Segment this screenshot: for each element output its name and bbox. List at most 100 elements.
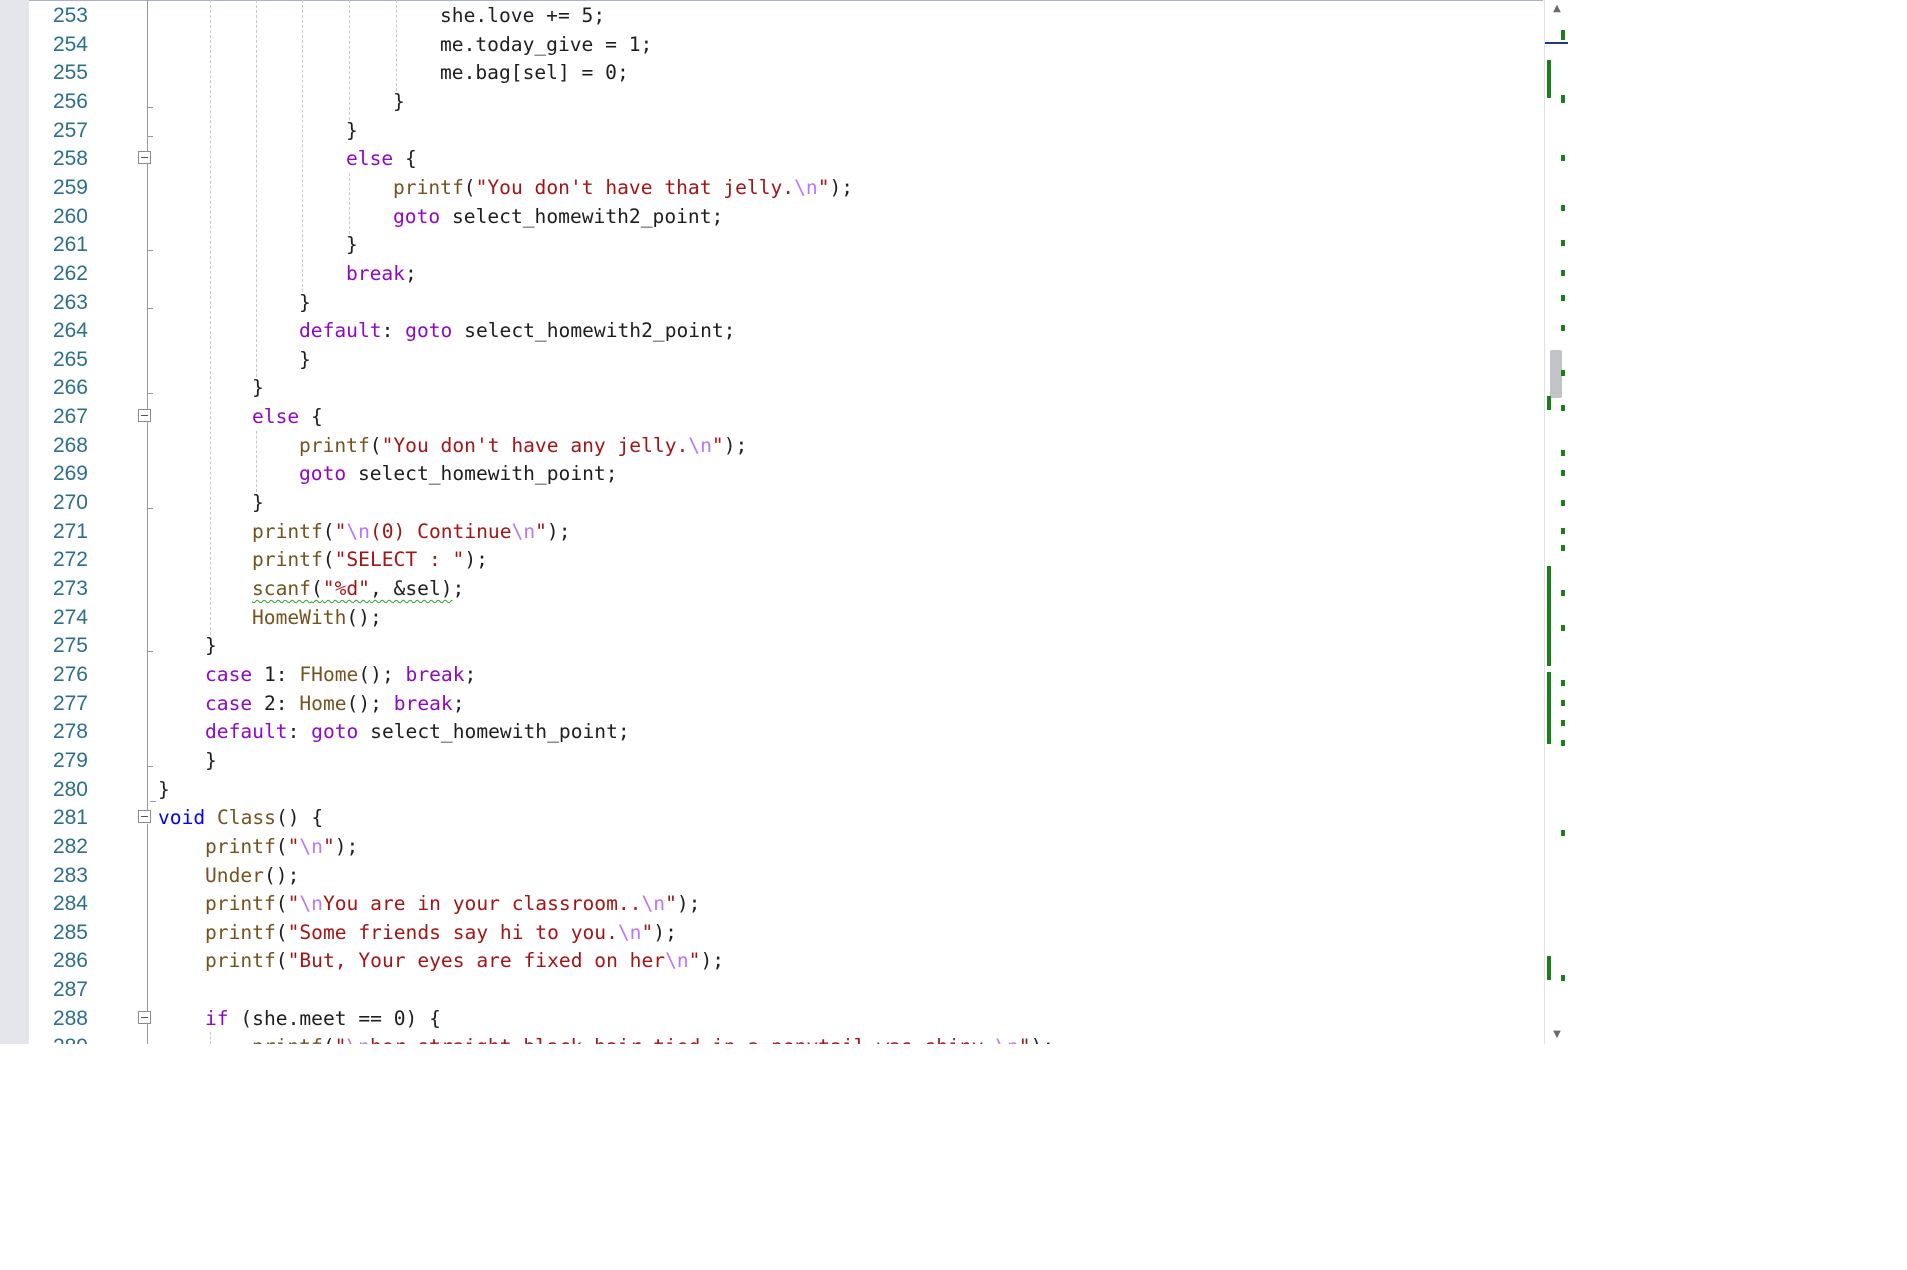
code-line[interactable]: 270}: [0, 488, 1544, 517]
code-line[interactable]: 275}: [0, 631, 1544, 660]
code-text[interactable]: else {: [252, 402, 323, 431]
code-token: }: [158, 777, 170, 801]
code-line[interactable]: 254 me.today_give = 1;: [0, 30, 1544, 59]
code-line[interactable]: 276 case 1: FHome(); break;: [0, 660, 1544, 689]
code-text[interactable]: void Class() {: [158, 803, 323, 832]
code-text[interactable]: printf("But, Your eyes are fixed on her\…: [205, 946, 724, 975]
code-line[interactable]: 274 HomeWith();: [0, 603, 1544, 632]
code-token: goto: [299, 462, 347, 486]
change-marker: [1561, 470, 1565, 476]
code-text[interactable]: Under();: [205, 861, 299, 890]
code-text[interactable]: default: goto select_homewith_point;: [205, 717, 630, 746]
code-text[interactable]: printf("\n(0) Continue\n");: [252, 517, 571, 546]
code-line[interactable]: 262 break;: [0, 259, 1544, 288]
code-text[interactable]: else {: [346, 144, 417, 173]
code-line[interactable]: 261}: [0, 230, 1544, 259]
code-line[interactable]: 269 goto select_homewith_point;: [0, 459, 1544, 488]
code-text[interactable]: }: [205, 631, 217, 660]
code-line[interactable]: 267 else {: [0, 402, 1544, 431]
code-token: ": [688, 949, 701, 973]
code-line[interactable]: 285 printf("Some friends say hi to you.\n…: [0, 918, 1544, 947]
code-text[interactable]: printf("You don't have any jelly.\n");: [299, 431, 747, 460]
code-line[interactable]: 288 if (she.meet == 0) {: [0, 1004, 1544, 1033]
code-line[interactable]: 279}: [0, 746, 1544, 775]
code-line[interactable]: 259 printf("You don't have that jelly.\n"…: [0, 173, 1544, 202]
code-line[interactable]: 263}: [0, 288, 1544, 317]
code-text[interactable]: }: [346, 230, 358, 259]
code-token: (she.meet == 0) {: [228, 1006, 441, 1030]
code-text[interactable]: break;: [346, 259, 417, 288]
code-text[interactable]: }: [252, 488, 264, 517]
code-text[interactable]: }: [252, 373, 264, 402]
change-marker: [1561, 325, 1565, 331]
code-line[interactable]: 278 default: goto select_homewith_point;: [0, 717, 1544, 746]
code-line[interactable]: 264 default: goto select_homewith2_point;: [0, 316, 1544, 345]
line-number: 278: [52, 720, 88, 744]
code-editor[interactable]: 253 she.love += 5; 254 me.today_give = 1; 25…: [0, 0, 1568, 1044]
code-text[interactable]: goto select_homewith2_point;: [393, 202, 723, 231]
code-token: printf: [393, 175, 464, 199]
code-text[interactable]: printf("\nYou are in your classroom..\n"…: [205, 889, 700, 918]
code-text[interactable]: }: [393, 87, 405, 116]
change-marker: [1561, 95, 1565, 103]
code-text[interactable]: printf("\nher straight black hair tied i…: [252, 1032, 1054, 1044]
code-line[interactable]: 272 printf("SELECT : ");: [0, 545, 1544, 574]
code-text[interactable]: scanf("%d", &sel);: [252, 574, 464, 603]
code-text[interactable]: if (she.meet == 0) {: [205, 1004, 441, 1033]
code-text[interactable]: }: [205, 746, 217, 775]
code-line[interactable]: 280}: [0, 775, 1544, 804]
code-line[interactable]: 255 me.bag[sel] = 0;: [0, 58, 1544, 87]
code-token: );: [653, 920, 677, 944]
code-text[interactable]: default: goto select_homewith2_point;: [299, 316, 735, 345]
code-text[interactable]: printf("\n");: [205, 832, 358, 861]
code-line[interactable]: 256}: [0, 87, 1544, 116]
code-text[interactable]: case 1: FHome(); break;: [205, 660, 476, 689]
code-token: }: [393, 89, 405, 113]
code-text[interactable]: printf("Some friends say hi to you.\n");: [205, 918, 677, 947]
code-text[interactable]: me.today_give = 1;: [440, 30, 652, 59]
code-line[interactable]: 287: [0, 975, 1544, 1004]
scroll-up-icon[interactable]: ▲: [1549, 2, 1565, 16]
code-token: (: [369, 433, 382, 457]
code-line[interactable]: 265}: [0, 345, 1544, 374]
code-token: , &sel): [369, 577, 453, 600]
code-line[interactable]: 258 else {: [0, 144, 1544, 173]
code-text[interactable]: goto select_homewith_point;: [299, 459, 618, 488]
code-token: her straight black hair tied in a ponyta…: [370, 1035, 995, 1044]
code-text[interactable]: me.bag[sel] = 0;: [440, 58, 629, 87]
code-text[interactable]: she.love += 5;: [440, 1, 605, 30]
code-token: \n: [299, 834, 323, 858]
collapse-toggle-icon[interactable]: [138, 810, 151, 824]
code-text[interactable]: }: [299, 288, 311, 317]
collapse-toggle-icon[interactable]: [138, 1010, 151, 1024]
line-number: 286: [52, 949, 88, 973]
code-line[interactable]: 253 she.love += 5;: [0, 1, 1544, 30]
code-line[interactable]: 260 goto select_homewith2_point;: [0, 202, 1544, 231]
code-line[interactable]: 284 printf("\nYou are in your classroom..…: [0, 889, 1544, 918]
code-text[interactable]: case 2: Home(); break;: [205, 689, 465, 718]
code-token: goto: [311, 720, 359, 744]
collapse-toggle-icon[interactable]: [138, 409, 151, 423]
code-line[interactable]: 283 Under();: [0, 861, 1544, 890]
code-line[interactable]: 289printf("\nher straight black hair tie…: [0, 1032, 1544, 1044]
code-text[interactable]: }: [299, 345, 311, 374]
code-line[interactable]: 266}: [0, 373, 1544, 402]
code-line[interactable]: 286 printf("But, Your eyes are fixed on h…: [0, 946, 1544, 975]
code-line[interactable]: 281 void Class() {: [0, 803, 1544, 832]
code-token: \n: [641, 892, 666, 916]
code-token: (: [322, 548, 335, 572]
collapse-toggle-icon[interactable]: [138, 151, 151, 165]
code-text[interactable]: }: [346, 116, 358, 145]
code-text[interactable]: printf("You don't have that jelly.\n");: [393, 173, 853, 202]
code-line[interactable]: 273 scanf("%d", &sel);: [0, 574, 1544, 603]
code-text[interactable]: HomeWith();: [252, 603, 382, 632]
code-line[interactable]: 268 printf("You don't have any jelly.\n")…: [0, 431, 1544, 460]
code-text[interactable]: }: [158, 775, 170, 804]
code-line[interactable]: 277 case 2: Home(); break;: [0, 689, 1544, 718]
code-text[interactable]: printf("SELECT : ");: [252, 545, 488, 574]
scroll-down-icon[interactable]: ▼: [1549, 1028, 1565, 1042]
code-line[interactable]: 282 printf("\n");: [0, 832, 1544, 861]
code-line[interactable]: 257}: [0, 116, 1544, 145]
vertical-scrollbar[interactable]: ▲ ▼: [1544, 0, 1568, 1044]
code-line[interactable]: 271 printf("\n(0) Continue\n");: [0, 517, 1544, 546]
